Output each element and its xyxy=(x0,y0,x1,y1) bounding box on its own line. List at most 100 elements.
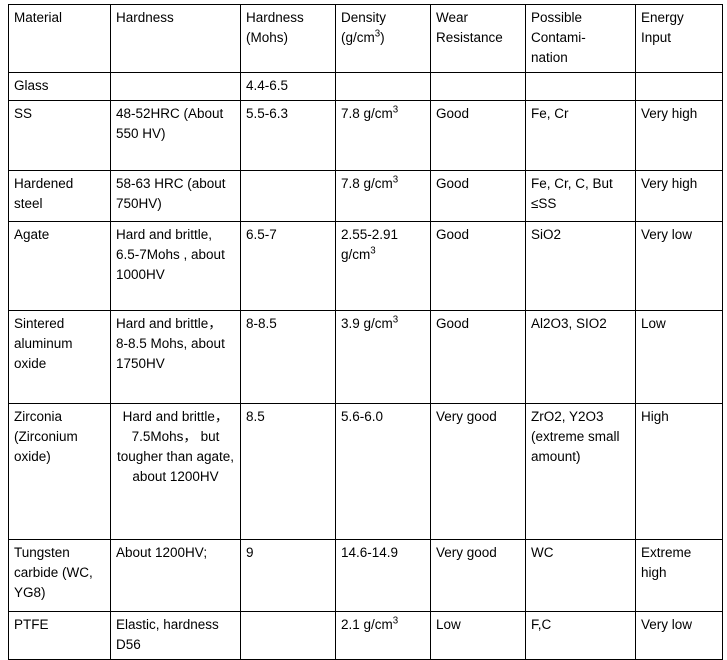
cell-energy-input: High xyxy=(635,402,723,540)
cell-hardness-text: 58-63 HRC (about 750HV) xyxy=(116,175,226,211)
cell-density-text: 3.9 g/cm xyxy=(341,315,393,331)
column-header-density: Density (g/cm3) xyxy=(335,4,431,73)
cell-hardness-text: Hard and brittle, 6.5-7Mohs , about 1000… xyxy=(116,226,225,282)
cell-density-superscript: 3 xyxy=(392,615,399,627)
cell-density xyxy=(335,72,431,101)
cell-material-text: SS xyxy=(14,105,33,121)
cell-hardness-text: About 1200HV; xyxy=(116,544,208,560)
cell-density-text: 2.1 g/cm xyxy=(341,616,393,632)
cell-hardness-text: Hard and brittle，7.5Mohs， but tougher th… xyxy=(116,408,235,484)
table-row: Tungsten carbide (WC, YG8) About 1200HV;… xyxy=(8,538,723,612)
cell-energy-input: Very high xyxy=(635,169,723,222)
column-header-contamination-line1: Possible xyxy=(531,10,583,25)
cell-density-text: 14.6-14.9 xyxy=(341,544,399,560)
cell-material-text: Hardened steel xyxy=(14,175,74,211)
cell-material: Hardened steel xyxy=(8,169,111,222)
cell-contamination: WC xyxy=(525,538,636,612)
column-header-density-unit-prefix: (g/cm xyxy=(341,29,375,45)
cell-material-text: Tungsten carbide (WC, YG8) xyxy=(14,544,93,600)
cell-energy-input: Very high xyxy=(635,99,723,171)
cell-hardness-mohs: 5.5-6.3 xyxy=(240,99,336,171)
cell-hardness: Hard and brittle， 8-8.5 Mohs, about 1750… xyxy=(110,309,241,404)
cell-density-superscript: 3 xyxy=(392,174,399,186)
cell-contamination: Fe, Cr, C, But ≤SS xyxy=(525,169,636,222)
cell-hardness-text: 48-52HRC (About 550 HV) xyxy=(116,105,224,141)
cell-energy-input: Extreme high xyxy=(635,538,723,612)
cell-hardness-text: Hard and brittle， 8-8.5 Mohs, about 1750… xyxy=(116,315,225,371)
cell-hardness: 48-52HRC (About 550 HV) xyxy=(110,99,241,171)
cell-contamination-text: Fe, Cr, C, But ≤SS xyxy=(531,175,613,211)
cell-material: Sintered aluminum oxide xyxy=(8,309,111,404)
table-row: Agate Hard and brittle, 6.5-7Mohs , abou… xyxy=(8,220,723,311)
cell-hardness-mohs: 4.4-6.5 xyxy=(240,72,336,101)
cell-wear-resistance-text: Good xyxy=(436,175,470,191)
table-row: PTFE Elastic, hardness D56 2.1 g/cm3 Low… xyxy=(8,610,723,660)
cell-contamination: Al2O3, SIO2 xyxy=(525,309,636,404)
cell-hardness: Elastic, hardness D56 xyxy=(110,610,241,660)
cell-wear-resistance-text: Low xyxy=(436,616,461,632)
column-header-energy-input: Energy Input xyxy=(635,4,723,73)
cell-material: Glass xyxy=(8,72,111,101)
cell-energy-input-text: Very low xyxy=(641,616,693,632)
cell-density: 2.1 g/cm3 xyxy=(335,610,431,660)
cell-contamination-text: SiO2 xyxy=(531,226,562,242)
column-header-hardness-mohs-line1: Hardness xyxy=(246,10,304,25)
cell-wear-resistance-text: Very good xyxy=(436,544,497,560)
cell-energy-input-text: Extreme high xyxy=(641,544,692,580)
cell-material-text: Agate xyxy=(14,226,50,242)
table-row: Zirconia (Zirconium oxide) Hard and brit… xyxy=(8,402,723,540)
cell-hardness-mohs-text: 5.5-6.3 xyxy=(246,105,289,121)
cell-density-superscript: 3 xyxy=(370,245,376,257)
cell-density: 7.8 g/cm3 xyxy=(335,169,431,222)
cell-wear-resistance-text: Good xyxy=(436,226,470,242)
column-header-hardness-label: Hardness xyxy=(116,10,174,25)
cell-energy-input: Very low xyxy=(635,610,723,660)
cell-hardness: Hard and brittle, 6.5-7Mohs , about 1000… xyxy=(110,220,241,311)
materials-comparison-table-container: Material Hardness Hardness (Mohs) Densit… xyxy=(8,4,723,660)
cell-hardness-text: Elastic, hardness D56 xyxy=(116,616,219,652)
cell-density-text: 7.8 g/cm xyxy=(341,175,393,191)
cell-density: 7.8 g/cm3 xyxy=(335,99,431,171)
cell-density-text: 7.8 g/cm xyxy=(341,105,393,121)
cell-wear-resistance: Very good xyxy=(430,538,526,612)
cell-contamination: SiO2 xyxy=(525,220,636,311)
cell-material: PTFE xyxy=(8,610,111,660)
cell-energy-input-text: Very low xyxy=(641,226,693,242)
column-header-wear-resistance-line1: Wear xyxy=(436,10,469,25)
column-header-possible-contamination: Possible Contami- nation xyxy=(525,4,636,73)
column-header-wear-resistance: Wear Resistance xyxy=(430,4,526,73)
column-header-contamination-line3: nation xyxy=(531,49,568,65)
cell-contamination xyxy=(525,72,636,101)
cell-contamination-text: WC xyxy=(531,544,554,560)
cell-energy-input-text: Low xyxy=(641,315,666,331)
column-header-hardness-mohs: Hardness (Mohs) xyxy=(240,4,336,73)
table-row: SS 48-52HRC (About 550 HV) 5.5-6.3 7.8 g… xyxy=(8,99,723,171)
table-row: Sintered aluminum oxide Hard and brittle… xyxy=(8,309,723,404)
cell-contamination-text: ZrO2, Y2O3 (extreme small amount) xyxy=(531,408,620,464)
cell-energy-input xyxy=(635,72,723,101)
column-header-energy-input-line1: Energy xyxy=(641,10,684,25)
cell-wear-resistance xyxy=(430,72,526,101)
column-header-wear-resistance-line2: Resistance xyxy=(436,29,503,45)
cell-hardness-mohs: 8.5 xyxy=(240,402,336,540)
cell-wear-resistance: Good xyxy=(430,169,526,222)
cell-density: 14.6-14.9 xyxy=(335,538,431,612)
cell-hardness: 58-63 HRC (about 750HV) xyxy=(110,169,241,222)
column-header-energy-input-line2: Input xyxy=(641,29,672,45)
cell-material-text: Glass xyxy=(14,78,49,93)
cell-contamination: F,C xyxy=(525,610,636,660)
cell-material: Agate xyxy=(8,220,111,311)
cell-energy-input-text: High xyxy=(641,408,669,424)
cell-contamination: Fe, Cr xyxy=(525,99,636,171)
column-header-contamination-line2: Contami- xyxy=(531,29,586,45)
cell-hardness xyxy=(110,72,241,101)
cell-hardness-mohs-text: 8.5 xyxy=(246,408,265,424)
cell-hardness-mohs: 9 xyxy=(240,538,336,612)
cell-wear-resistance-text: Good xyxy=(436,315,470,331)
cell-hardness-mohs-text: 6.5-7 xyxy=(246,226,277,242)
column-header-material-label: Material xyxy=(14,10,63,25)
cell-energy-input: Low xyxy=(635,309,723,404)
cell-density-superscript: 3 xyxy=(392,314,399,326)
cell-hardness-mohs-text: 9 xyxy=(246,544,254,560)
column-header-material: Material xyxy=(8,4,111,73)
